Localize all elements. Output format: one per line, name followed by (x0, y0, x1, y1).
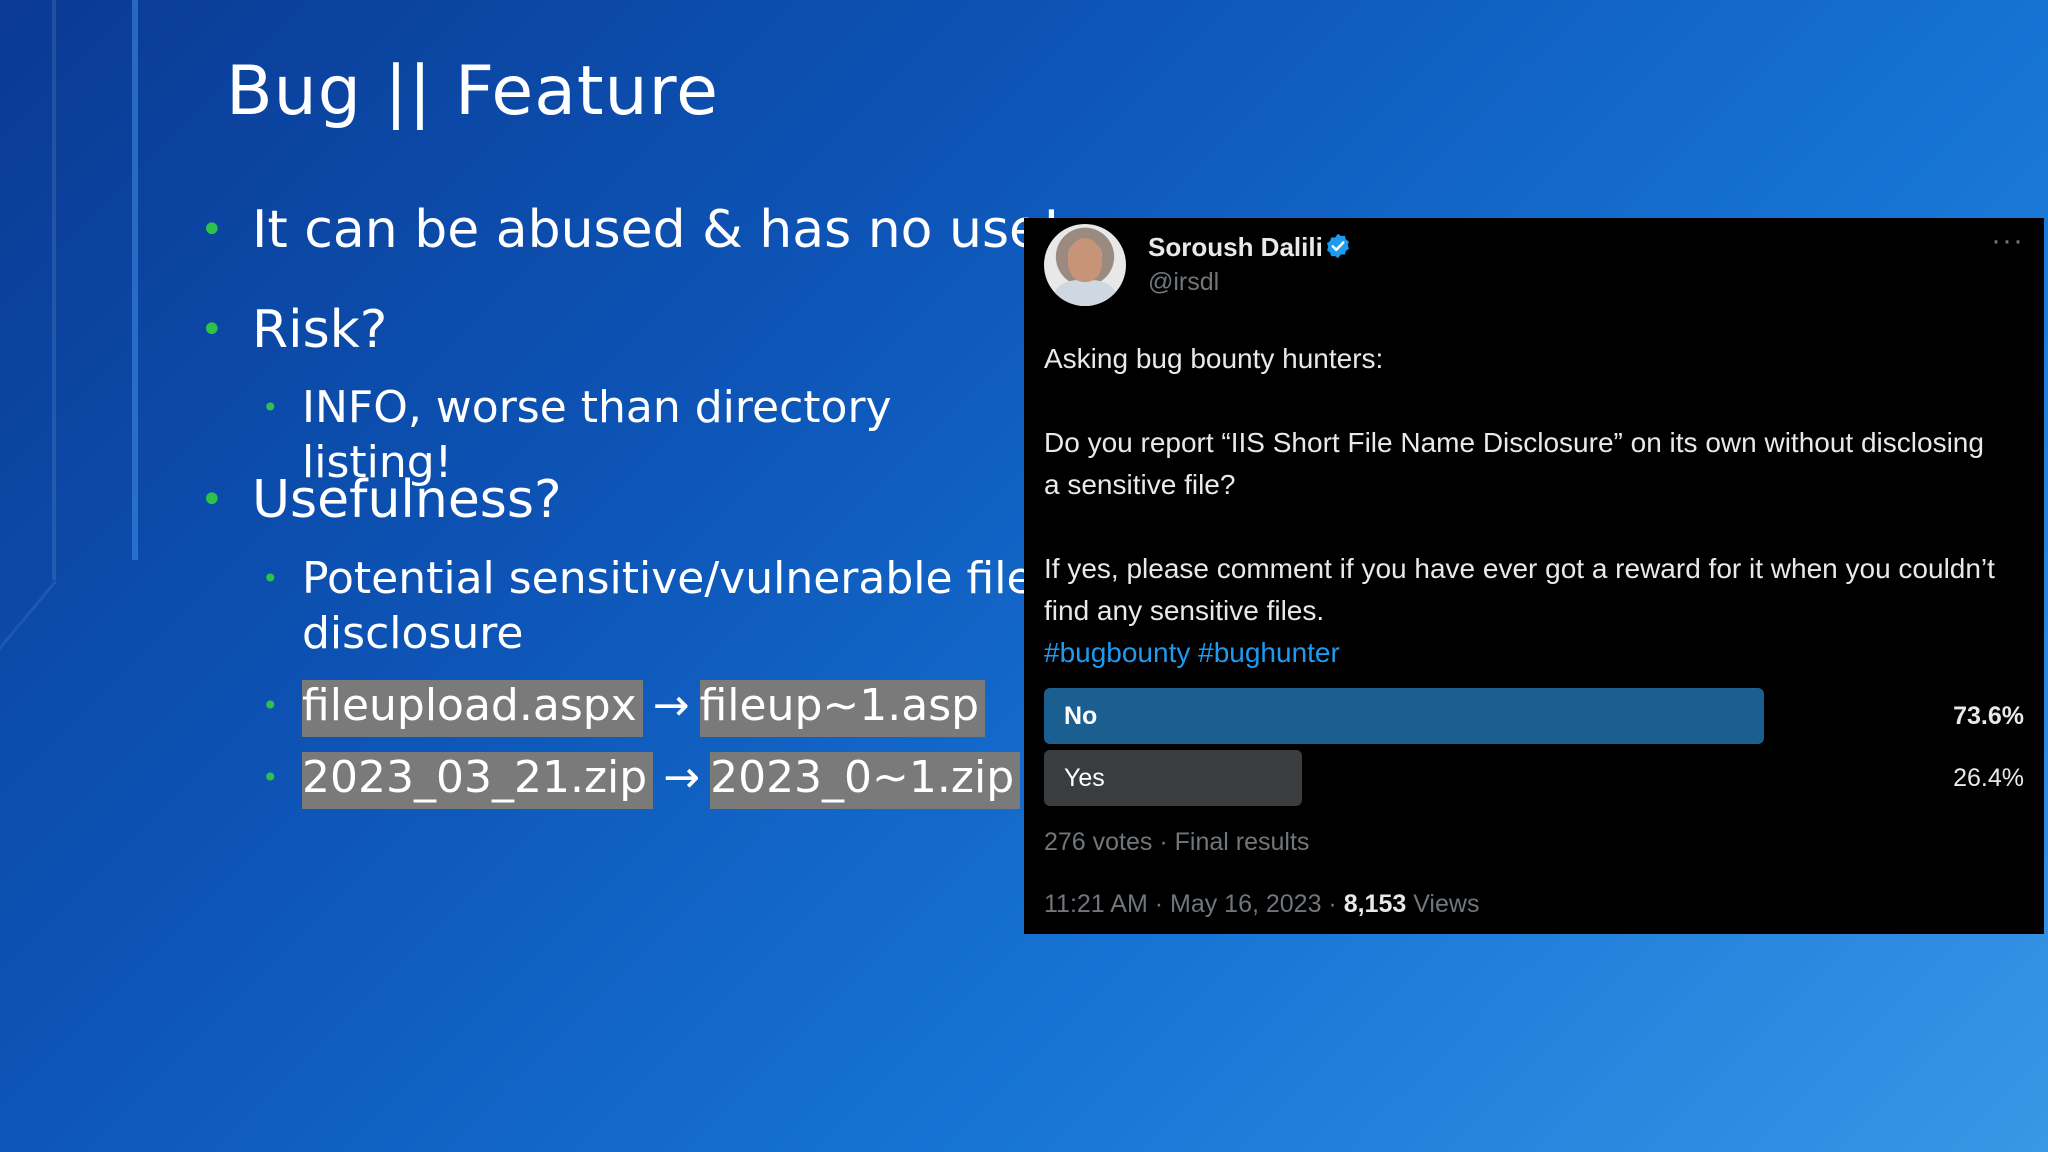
views-count: 8,153 (1343, 890, 1407, 918)
poll-bar (1044, 688, 1764, 744)
poll-option-yes: Yes 26.4% (1044, 750, 2024, 806)
bullet-dot-icon: • (200, 207, 224, 253)
bullet-dot-icon: • (200, 477, 224, 523)
bullet-text: Risk? (252, 300, 388, 360)
tweet-time[interactable]: 11:21 AM · May 16, 2023 · (1044, 890, 1344, 918)
bullet-list: • It can be abused & has no use! • Risk?… (200, 0, 1062, 1152)
poll-option-no: No 73.6% (1044, 688, 2024, 744)
poll-percent: 26.4% (1953, 764, 2024, 792)
bullet-dot-icon: • (262, 562, 279, 595)
decorative-line (132, 0, 138, 560)
tweet-meta: 11:21 AM · May 16, 2023 · 8,153 Views (1044, 890, 1479, 919)
avatar[interactable] (1044, 224, 1126, 306)
tweet-line: Asking bug bounty hunters: (1044, 343, 1384, 374)
filename-mapping: 2023_03_21.zip → 2023_0~1.zip (302, 750, 1042, 809)
arrow-right-icon: → (663, 752, 701, 803)
short-filename: fileup~1.asp (699, 680, 986, 737)
long-filename: 2023_03_21.zip (302, 752, 654, 809)
bullet-text: Usefulness? (252, 470, 562, 530)
tweet-card: Soroush Dalili @irsdl ··· Asking bug bou… (1024, 218, 2044, 934)
bullet-dot-icon: • (262, 689, 279, 722)
more-options-icon[interactable]: ··· (1991, 224, 2024, 258)
decorative-line (0, 580, 58, 690)
long-filename: fileupload.aspx (302, 680, 643, 737)
bullet-dot-icon: • (200, 307, 224, 353)
short-filename: 2023_0~1.zip (710, 752, 1021, 809)
author-name[interactable]: Soroush Dalili (1148, 232, 1323, 263)
sub-bullet-text: Potential sensitive/vulnerable file disc… (302, 553, 1034, 659)
views-label: Views (1406, 890, 1480, 918)
tweet-line: If yes, please comment if you have ever … (1044, 553, 1995, 626)
poll-label: Yes (1064, 764, 1105, 792)
tweet-text: Asking bug bounty hunters: Do you report… (1044, 338, 2004, 674)
poll-percent: 73.6% (1953, 702, 2024, 730)
hashtags-link[interactable]: #bugbounty #bughunter (1044, 632, 2004, 674)
author-handle[interactable]: @irsdl (1148, 268, 1219, 297)
bullet-dot-icon: • (262, 391, 279, 424)
tweet-line: Do you report “IIS Short File Name Discl… (1044, 427, 1984, 500)
filename-mapping: fileupload.aspx → fileup~1.asp (302, 678, 1042, 737)
verified-badge-icon (1327, 233, 1349, 259)
arrow-right-icon: → (652, 680, 690, 731)
decorative-line (52, 0, 56, 580)
bullet-text: It can be abused & has no use! (252, 200, 1062, 260)
poll-label: No (1064, 702, 1098, 730)
bullet-dot-icon: • (262, 761, 279, 794)
poll-votes: 276 votes · Final results (1044, 828, 1310, 856)
